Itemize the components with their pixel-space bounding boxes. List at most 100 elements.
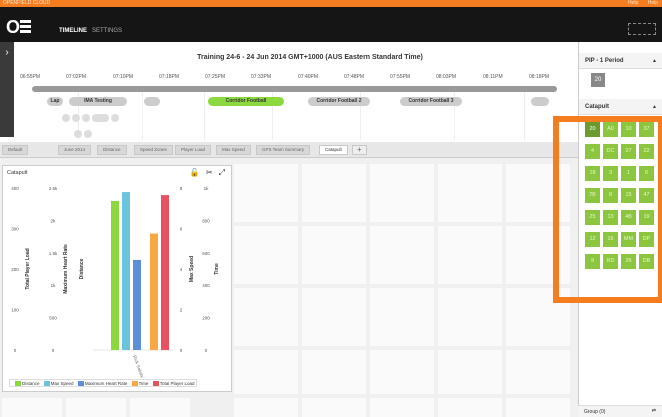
nav-bar: O TIMELINE SETTINGS [0,7,662,42]
legend-swatch [131,381,138,387]
time-label: 07:25PM [205,74,226,80]
expand-icon[interactable]: ⤢ [219,168,225,177]
axis-tick-label: 1.5k [49,251,58,256]
bar-time [150,233,158,350]
wifi-icon[interactable]: ⌔ [4,125,12,133]
timeline-times: 06:55PM 07:02PM 07:10PM 07:18PM 07:25PM … [20,74,572,82]
bar-total-player-load [161,195,169,350]
swap-icon[interactable]: ⇄ [652,408,656,414]
axis-title: Distance [79,258,85,279]
axis-tick-label: 2k [51,218,57,223]
tab-june-2014[interactable]: June 2014 [58,145,92,155]
top-bar: OPENFIELD CLOUD Help Help [0,0,662,7]
axis-tick-label: 300 [11,227,19,232]
period-corridor-football[interactable]: Corridor Football [208,97,284,106]
collapse-caret-icon[interactable]: ▲ [652,58,657,64]
tab-distance[interactable]: Distance [97,145,127,155]
period-corridor-football-3[interactable]: Corridor Football 3 [400,97,462,106]
axis-tick-label: 0 [52,348,55,353]
legend-time[interactable]: Time [139,381,149,386]
legend-swatch [43,381,50,387]
axis-tick-label: 800 [202,218,210,223]
axis-tick-label: 4 [180,267,183,272]
chart-legend: Distance Max Speed Maximum Heart Rate Ti… [9,379,198,387]
timeline-periods: Lap IMA Testing Corridor Football Corrid… [14,92,578,140]
catapult-panel-title: Catapult [585,104,609,110]
dashboard-tabs: Default June 2014 Distance Speed Zones P… [0,142,578,158]
time-label: 07:55PM [390,74,411,80]
axis-tick-label: 500 [49,316,57,321]
legend-distance[interactable]: Distance [22,381,40,386]
axis-title: Total Player Load [25,248,31,289]
time-label: 07:33PM [251,74,272,80]
legend-swatch [152,381,159,387]
nav-settings[interactable]: SETTINGS [92,28,122,34]
help-link-2[interactable]: Help [648,0,658,6]
pin-icon[interactable]: ✂ [206,168,213,177]
time-label: 08:11PM [483,74,503,80]
pip-panel-header[interactable]: PIP - 1 Period ▲ [579,53,662,69]
axis-tick-label: 8 [180,186,183,191]
period-corridor-football-2[interactable]: Corridor Football 2 [308,97,370,106]
period-markers-2 [74,125,94,143]
period-unnamed[interactable] [144,97,160,106]
axis-tick-label: 200 [202,316,210,321]
nav-timeline[interactable]: TIMELINE [59,28,87,34]
axis-tick-label: 100 [11,308,19,313]
legend-max-heart-rate[interactable]: Maximum Heart Rate [85,381,128,386]
time-label: 07:18PM [159,74,180,80]
axis-tick-label: 400 [11,186,19,191]
tab-speed-zones[interactable]: Speed Zones [134,145,173,155]
axis-tick-label: 0 [14,348,17,353]
category-label: Rick Salisbury [132,355,147,378]
collapse-caret-icon-2[interactable]: ▲ [652,104,657,110]
period-unnamed-2[interactable] [531,97,549,106]
widget-title: Catapult [7,170,28,176]
axis-title: Maximum Heart Rate [63,244,69,294]
period-lap[interactable]: Lap [47,97,63,106]
tab-max-speed[interactable]: Max Speed [216,145,251,155]
time-label: 08:18PM [529,74,550,80]
help-link[interactable]: Help [628,0,638,6]
lock-icon[interactable]: 🔓 [190,168,200,177]
time-label: 06:55PM [20,74,41,80]
axis-tick-label: 400 [202,283,210,288]
time-label: 07:40PM [298,74,319,80]
chevron-right-icon: › [5,47,9,58]
tab-catapult[interactable]: Catapult [319,145,348,155]
add-tab-button[interactable]: + [352,145,367,155]
legend-max-speed[interactable]: Max Speed [51,381,74,386]
period-ima-testing[interactable]: IMA Testing [69,97,127,106]
catapult-chart: 400 300 200 100 0 Total Player Load 2.5k 2k 1.5k… [11,186,220,378]
brand-text: OPENFIELD CLOUD [3,0,51,6]
legend-total-player-load[interactable]: Total Player Load [160,381,195,386]
legend-swatch [15,381,21,387]
layout-grid-icon[interactable] [628,23,656,35]
bar-max-speed [122,192,130,350]
axis-tick-label: 600 [202,251,210,256]
axis-tick-label: 2 [180,308,183,313]
pip-player-chip[interactable]: 20 [591,73,605,87]
time-label: 07:48PM [344,74,365,80]
tab-gps-team-summary[interactable]: GPS Team Summary [256,145,311,155]
expand-panel-button[interactable]: › [0,42,14,137]
legend-swatch [77,381,84,387]
tab-player-load[interactable]: Player Load [175,145,212,155]
group-footer[interactable]: Group (0) ⇄ [578,405,662,417]
group-label: Group (0) [584,409,606,415]
logo-bars-icon [20,20,31,35]
app-window: OPENFIELD CLOUD Help Help O TIMELINE SET… [0,0,662,417]
highlight-box [553,116,662,303]
axis-title: Time [214,263,220,275]
axis-tick-label: 1k [51,283,57,288]
time-label: 07:02PM [66,74,87,80]
catapult-widget: Catapult 🔓 ✂ ⤢ 400 300 200 100 0 Total Player L… [2,165,232,392]
logo: O [6,17,20,37]
catapult-panel-header[interactable]: Catapult ▲ [579,99,662,115]
time-label: 07:10PM [113,74,134,80]
axis-tick-label: 6 [180,227,183,232]
axis-tick-label: 2.5k [49,186,58,191]
pip-title: PIP - 1 Period [585,58,624,64]
widget-toolbar: 🔓 ✂ ⤢ [184,168,225,178]
tab-default[interactable]: Default [2,145,29,155]
